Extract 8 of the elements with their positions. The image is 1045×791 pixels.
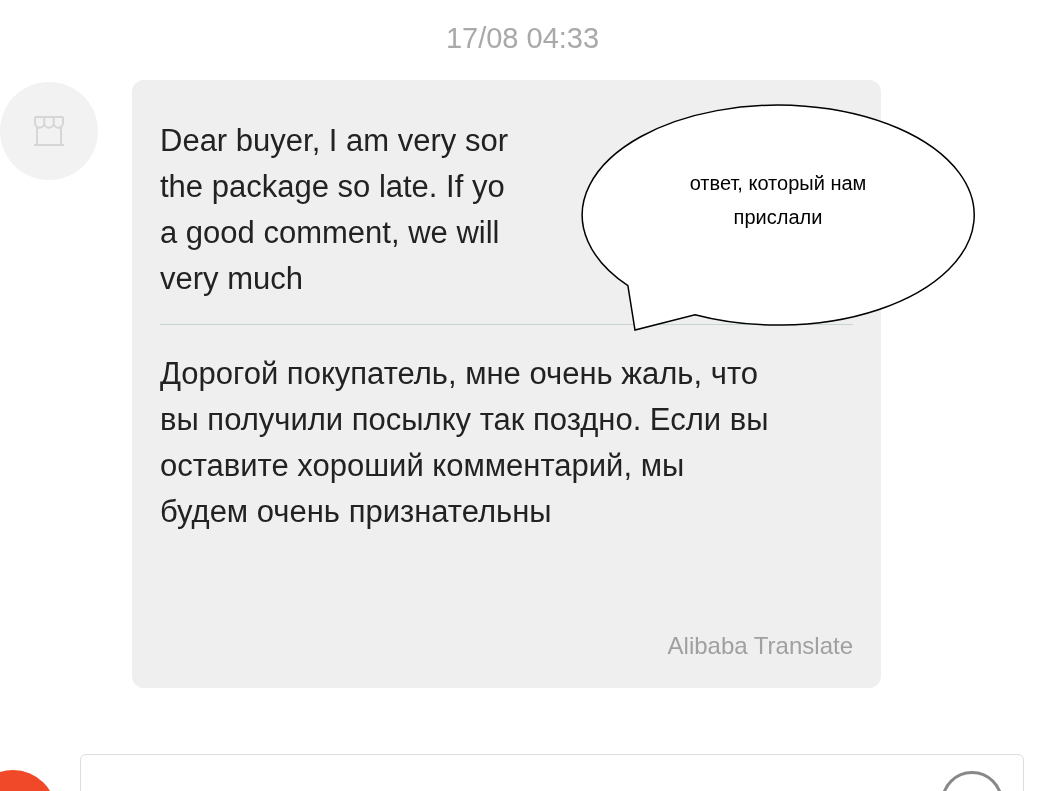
message-timestamp: 17/08 04:33 xyxy=(444,21,601,56)
translator-label: Alibaba Translate xyxy=(667,632,853,660)
translated-text: Дорогой покупатель, мне очень жаль, что вы получили посылку так поздно. Если вы оставите хороший комментарий, мы будем очень признательны xyxy=(160,355,770,531)
message-text-line: a good comment, we will xyxy=(160,214,500,252)
message-text-line: the package so late. If yo xyxy=(160,168,505,206)
callout-text: ответ, который нам прислали xyxy=(688,171,868,230)
message-text-line: Dear buyer, I am very sor xyxy=(160,122,508,160)
message-text-line: very much xyxy=(160,260,303,298)
